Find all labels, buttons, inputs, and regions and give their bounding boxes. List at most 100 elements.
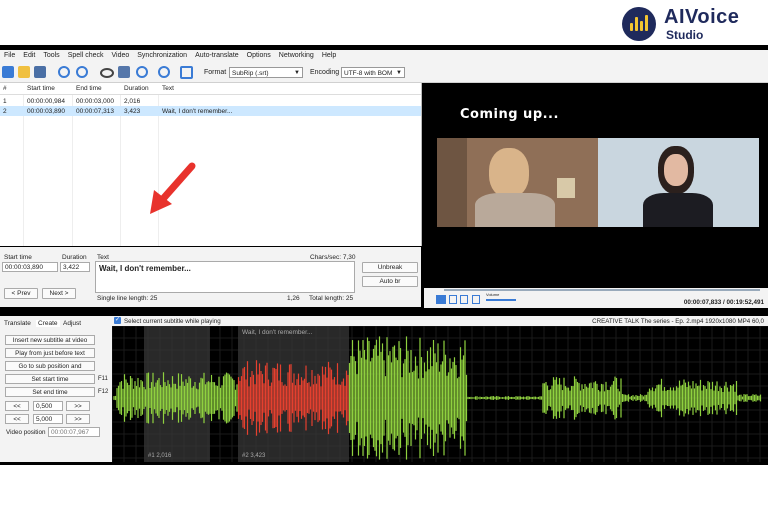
video-overlay-text: Coming up... [460, 107, 559, 122]
menu-tools[interactable]: Tools [39, 50, 63, 59]
create-panel: Translate Create Adjust Insert new subti… [0, 316, 112, 462]
menu-bar: File Edit Tools Spell check Video Synchroniza… [0, 50, 768, 64]
unbreak-button[interactable]: Unbreak [362, 262, 418, 273]
visual-sync-icon[interactable] [100, 68, 114, 78]
chars-sec: Chars/sec: 7,30 [310, 254, 356, 261]
new-file-icon[interactable] [2, 66, 14, 78]
menu-spell-check[interactable]: Spell check [64, 50, 108, 59]
go-to-sub-position-button[interactable]: Go to sub position and [5, 361, 95, 371]
volume-slider[interactable] [486, 299, 516, 301]
play-before-text-button[interactable]: Play from just before text [5, 348, 95, 358]
settings-icon[interactable] [136, 66, 148, 78]
col-end-time[interactable]: End time [76, 85, 102, 92]
help-icon[interactable] [158, 66, 170, 78]
menu-video[interactable]: Video [107, 50, 133, 59]
tab-create[interactable]: Create [36, 320, 60, 327]
row-duration: 3,423 [124, 108, 141, 115]
encoding-label: Encoding [310, 69, 340, 76]
set-start-time-button[interactable]: Set start time [5, 374, 95, 384]
video-time: 00:00:07,833 / 00:19:52,491 [683, 299, 764, 306]
subtitle-text-input[interactable]: Wait, I don't remember... [95, 261, 355, 293]
prev-button[interactable]: < Prev [4, 288, 38, 299]
tab-adjust[interactable]: Adjust [63, 320, 81, 327]
menu-file[interactable]: File [0, 50, 19, 59]
row-text: Wait, I don't remember... [162, 108, 233, 115]
replace-icon[interactable] [76, 66, 88, 78]
subtitle-editor: Start time Duration Text Chars/sec: 7,30… [0, 247, 421, 307]
video-position-input[interactable]: 00:00:07,967 [48, 427, 100, 437]
menu-networking[interactable]: Networking [275, 50, 318, 59]
start-time-input[interactable]: 00:00:03,890 [2, 262, 58, 272]
subtitle-list: # Start time End time Duration Text 1 00… [0, 83, 422, 246]
format-value: SubRip (.srt) [232, 70, 269, 77]
table-row-selected[interactable]: 2 00:00:03,890 00:00:07,313 3,423 Wait, … [0, 106, 421, 116]
total-length: Total length: 25 [309, 295, 354, 302]
toolbar: Format SubRip (.srt) ▼ Encoding UTF-8 wit… [0, 64, 768, 83]
video-controls: Volume 00:00:07,833 / 00:19:52,491 [424, 288, 768, 308]
seek-bar[interactable] [444, 289, 760, 291]
seek-back-button-2[interactable]: << [5, 414, 29, 424]
video-position-label: Video position [6, 429, 46, 436]
chevron-down-icon: ▼ [396, 70, 402, 76]
waveform-label-1: #1 2,016 [148, 453, 172, 459]
insert-subtitle-button[interactable]: Insert new subtitle at video [5, 335, 95, 345]
menu-auto-translate[interactable]: Auto-translate [191, 50, 243, 59]
text-label: Text [97, 254, 109, 261]
open-folder-icon[interactable] [18, 66, 30, 78]
red-arrow-icon [150, 162, 196, 214]
encoding-value: UTF-8 with BOM [344, 70, 393, 77]
search-icon[interactable] [58, 66, 70, 78]
duration-input[interactable]: 3,422 [60, 262, 90, 272]
video-frame-left [437, 138, 598, 227]
seek-back-button-1[interactable]: << [5, 401, 29, 411]
set-end-time-button[interactable]: Set end time [5, 387, 95, 397]
row-number: 1 [3, 98, 7, 105]
mute-icon[interactable] [472, 295, 480, 304]
format-label: Format [204, 69, 227, 76]
menu-help[interactable]: Help [318, 50, 340, 59]
row-end: 00:00:03,000 [76, 98, 114, 105]
duration-label: Duration [62, 254, 87, 261]
seek-forward-button-2[interactable]: >> [66, 414, 90, 424]
seek-amount-2[interactable]: 5,000 [33, 414, 63, 424]
chevron-down-icon: ▼ [294, 70, 300, 76]
row-duration: 2,016 [124, 98, 141, 105]
row-end: 00:00:07,313 [76, 108, 114, 115]
col-text[interactable]: Text [162, 85, 174, 92]
waveform-label-2: #2 3,423 [242, 453, 266, 459]
video-player[interactable]: Coming up... [424, 83, 768, 288]
play-icon[interactable] [436, 295, 446, 304]
video-frame-right [598, 138, 759, 227]
seek-forward-button-1[interactable]: >> [66, 401, 90, 411]
stop-icon[interactable] [449, 295, 457, 304]
table-row[interactable]: 1 00:00:00,984 00:00:03,000 2,016 [0, 96, 421, 106]
brand-subtitle: Studio [666, 28, 704, 42]
col-duration[interactable]: Duration [124, 85, 149, 92]
single-line-length: Single line length: 25 [97, 295, 158, 302]
f11-shortcut: F11 [98, 376, 108, 382]
menu-edit[interactable]: Edit [19, 50, 39, 59]
start-time-label: Start time [4, 254, 32, 261]
tab-translate[interactable]: Translate [4, 320, 31, 327]
encoding-select[interactable]: UTF-8 with BOM ▼ [341, 67, 405, 78]
audio-waveform[interactable]: Wait, I don't remember... #1 2,016 #2 3,… [112, 326, 768, 462]
layout-icon[interactable] [180, 66, 193, 79]
f12-shortcut: F12 [98, 389, 109, 395]
format-select[interactable]: SubRip (.srt) ▼ [229, 67, 303, 78]
row-number: 2 [3, 108, 7, 115]
col-start-time[interactable]: Start time [27, 85, 55, 92]
waveform-toolbar: ✓ Select current subtitle while playing … [112, 316, 768, 326]
next-button[interactable]: Next > [42, 288, 76, 299]
col-number[interactable]: # [3, 85, 7, 92]
list-header: # Start time End time Duration Text [0, 83, 421, 95]
save-icon[interactable] [34, 66, 46, 78]
seek-amount-1[interactable]: 0,500 [33, 401, 63, 411]
select-current-label: Select current subtitle while playing [124, 318, 221, 325]
auto-break-button[interactable]: Auto br [362, 276, 418, 287]
fullscreen-icon[interactable] [460, 295, 468, 304]
menu-options[interactable]: Options [243, 50, 275, 59]
spell-check-icon[interactable] [118, 66, 130, 78]
checkbox-checked-icon[interactable]: ✓ [114, 317, 121, 324]
menu-synchronization[interactable]: Synchronization [133, 50, 191, 59]
row-start: 00:00:03,890 [27, 108, 65, 115]
